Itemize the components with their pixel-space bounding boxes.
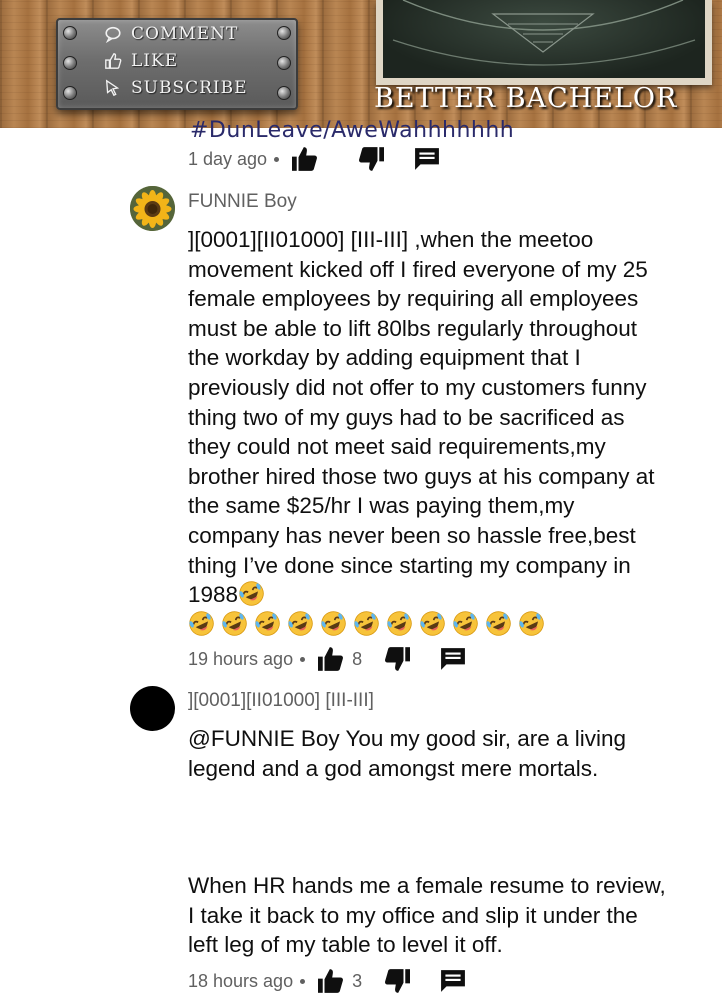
bolt-icon <box>63 26 77 40</box>
thumbs-up-icon[interactable] <box>316 646 346 672</box>
bolt-icon <box>277 56 291 70</box>
rofl-emoji-icon <box>189 610 214 636</box>
comment-timestamp: 18 hours ago <box>188 970 294 991</box>
thumbs-up-icon[interactable] <box>290 146 320 172</box>
separator-dot <box>300 656 306 662</box>
emoji-row <box>188 610 551 637</box>
previous-comment-actions: 1 day ago <box>188 146 440 172</box>
bolt-icon <box>277 86 291 100</box>
sign-comment-row: COMMENT <box>104 24 238 44</box>
rofl-emoji-icon <box>255 610 280 636</box>
reply-icon[interactable] <box>414 147 440 171</box>
comment-actions: 19 hours ago 8 <box>188 646 466 672</box>
comment-timestamp: 1 day ago <box>188 148 268 169</box>
bolt-icon <box>63 56 77 70</box>
comment-timestamp: 19 hours ago <box>188 648 294 669</box>
sign-comment-label: COMMENT <box>131 24 239 44</box>
rofl-emoji-icon <box>387 610 412 636</box>
comment-text: ][0001][II01000] [III-III] ,when the mee… <box>188 227 655 608</box>
comment-body-continued: When HR hands me a female resume to revi… <box>188 873 666 958</box>
rofl-emoji-icon <box>321 610 346 636</box>
channel-brand: BETTER BACHELOR <box>374 83 678 114</box>
separator-dot <box>300 978 306 984</box>
separator-dot <box>274 156 280 162</box>
reply-icon[interactable] <box>440 647 466 671</box>
rofl-emoji-icon <box>239 581 264 606</box>
video-banner: COMMENT LIKE SUBSCRIBE BETTER BACHELOR <box>0 0 722 128</box>
sign-subscribe-label: SUBSCRIBE <box>131 78 248 98</box>
thumbs-down-icon[interactable] <box>382 968 412 994</box>
comment-body: @FUNNIE Boy You my good sir, are a livin… <box>188 726 627 781</box>
speech-bubble-icon <box>105 26 121 43</box>
comment-like-subscribe-sign: COMMENT LIKE SUBSCRIBE <box>56 18 298 110</box>
sunflower-icon <box>130 186 175 231</box>
black-circle-avatar[interactable] <box>130 686 175 731</box>
sign-like-row: LIKE <box>104 51 178 71</box>
comment-actions: 18 hours ago 3 <box>188 968 466 994</box>
comment-author[interactable]: FUNNIE Boy <box>188 191 297 213</box>
rofl-emoji-icon <box>222 610 247 636</box>
comment-author[interactable]: ][0001][II01000] [III-III] <box>188 690 374 712</box>
rofl-emoji-icon <box>288 610 313 636</box>
comment-body: ][0001][II01000] [III-III] ,when the mee… <box>188 225 668 639</box>
rofl-emoji-icon <box>420 610 445 636</box>
thumbs-down-icon[interactable] <box>356 146 386 172</box>
sign-like-label: LIKE <box>131 51 179 71</box>
like-count: 3 <box>352 970 363 991</box>
thumbs-up-icon <box>105 53 122 69</box>
thumbs-down-icon[interactable] <box>382 646 412 672</box>
rofl-emoji-icon <box>453 610 478 636</box>
chalkboard-decoration <box>376 0 712 85</box>
truncated-hashtag[interactable]: #DunLeave/AweWahhhhhhh <box>190 118 514 143</box>
rofl-emoji-icon <box>354 610 379 636</box>
bolt-icon <box>63 86 77 100</box>
sunflower-avatar[interactable] <box>130 186 175 231</box>
like-count: 8 <box>352 648 363 669</box>
thumbs-up-icon[interactable] <box>316 968 346 994</box>
chalkboard-drawing <box>392 0 696 66</box>
sign-subscribe-row: SUBSCRIBE <box>104 78 248 98</box>
bolt-icon <box>277 26 291 40</box>
cursor-icon <box>105 79 120 97</box>
reply-icon[interactable] <box>440 969 466 993</box>
rofl-emoji-icon <box>519 610 544 636</box>
rofl-emoji-icon <box>486 610 511 636</box>
